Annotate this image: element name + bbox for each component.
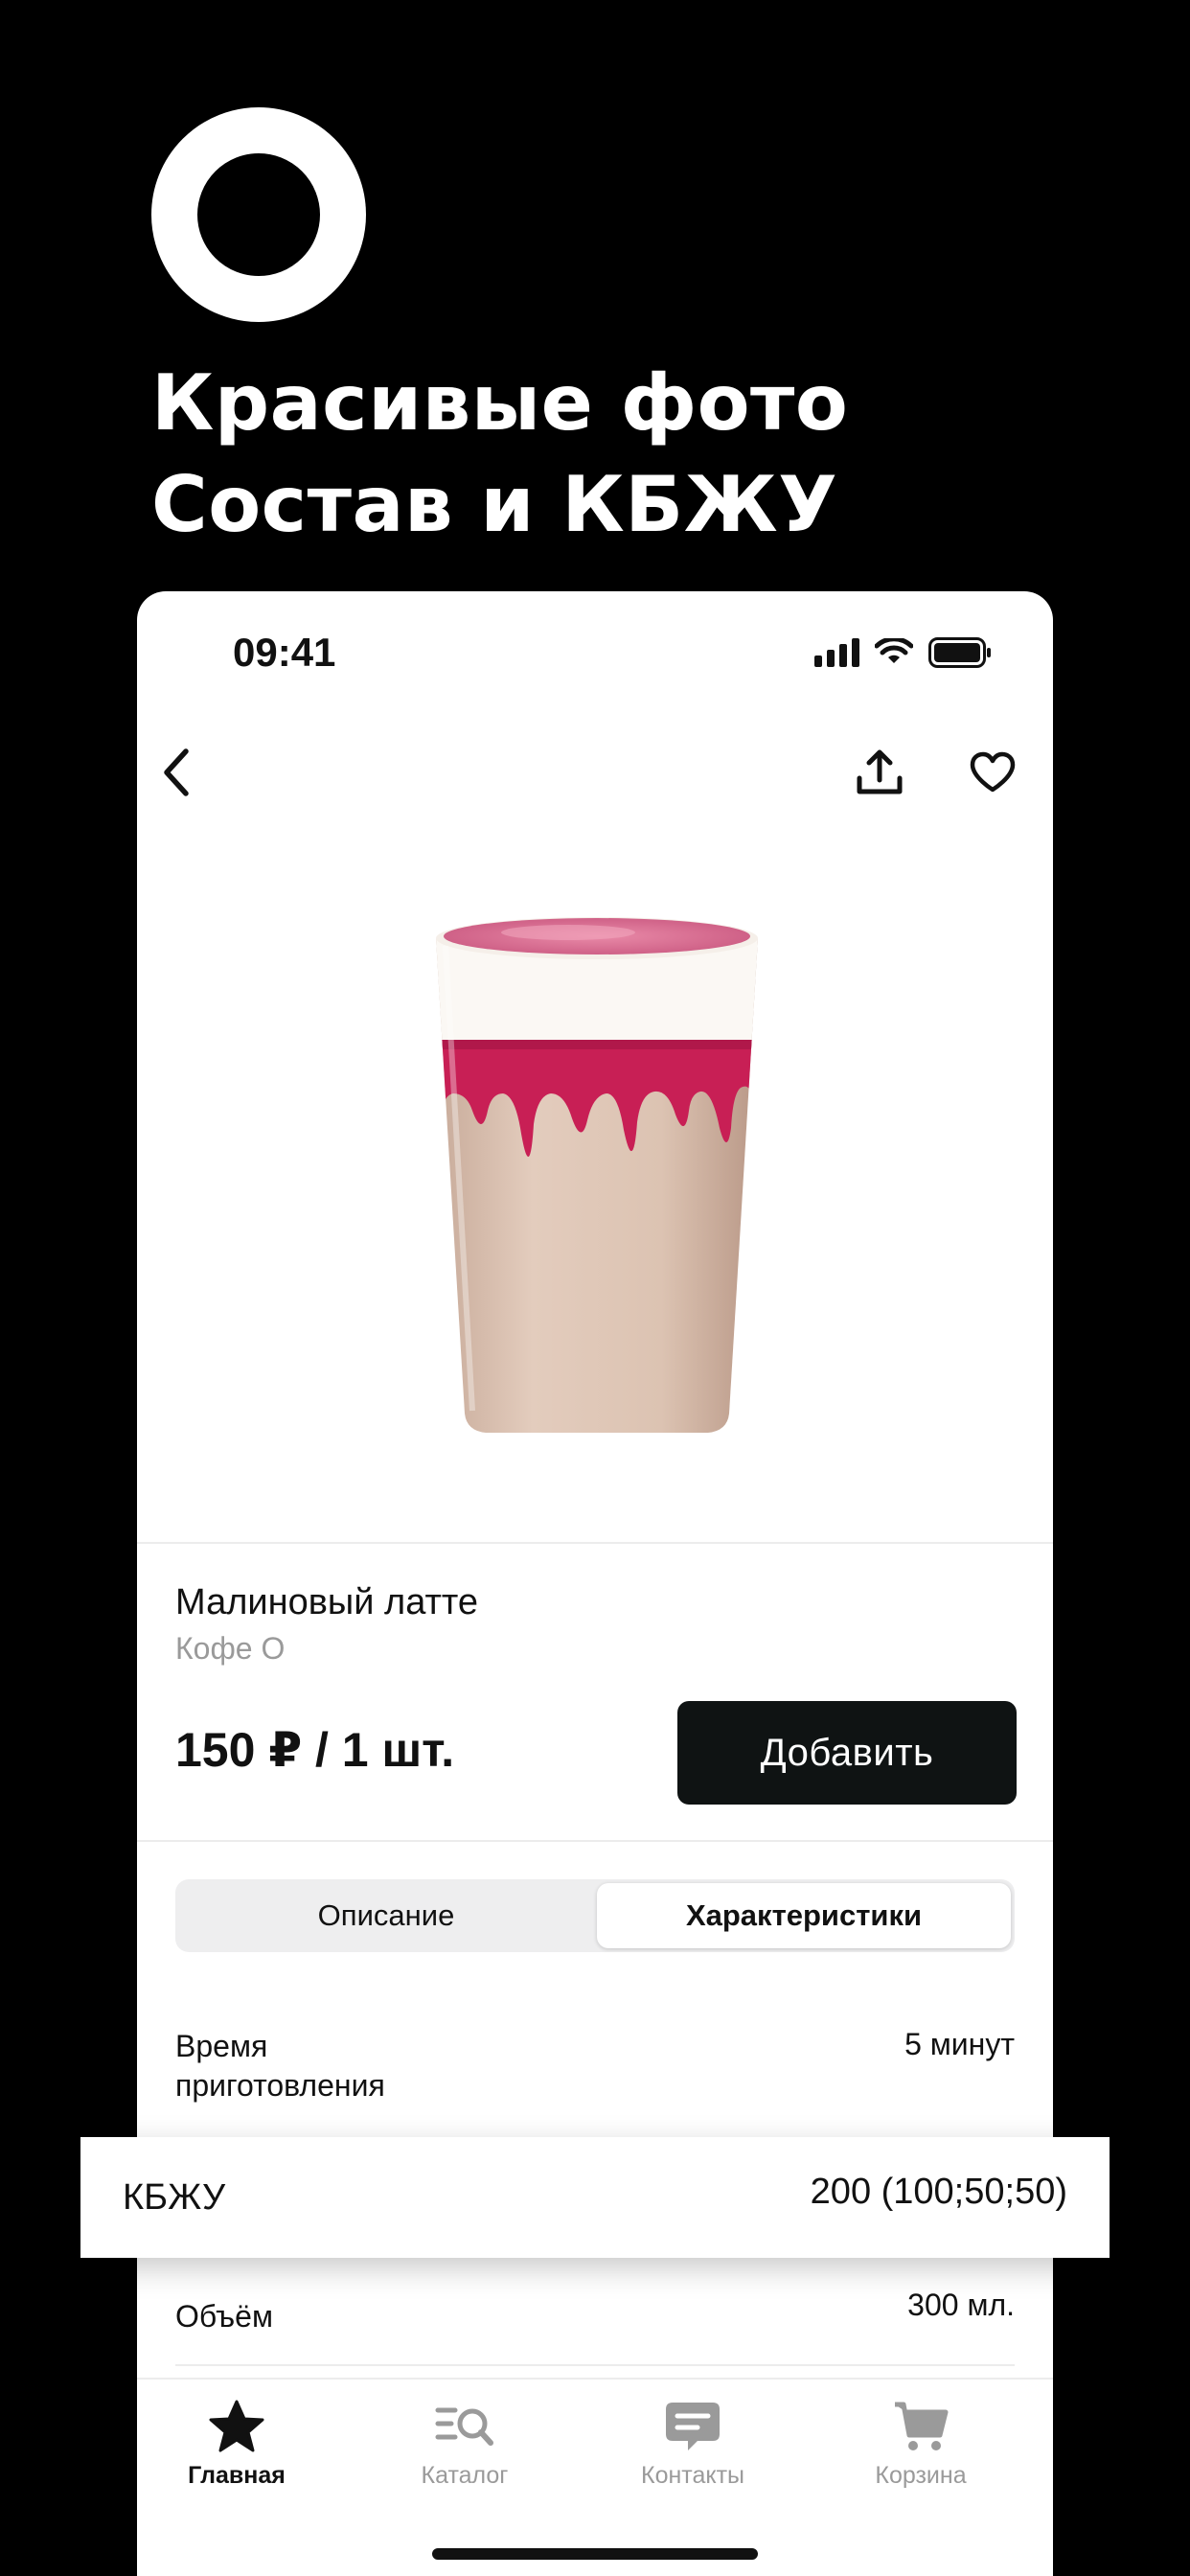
battery-icon (928, 637, 991, 668)
signal-icon (814, 638, 859, 667)
heart-icon (970, 751, 1016, 793)
tab-bar-item-home[interactable]: Главная (160, 2393, 313, 2490)
product-image (436, 917, 758, 1433)
cart-icon (895, 2402, 949, 2450)
chevron-left-icon (164, 748, 189, 796)
spec-row-volume: Объём 300 мл. (175, 2288, 1015, 2335)
kbju-value: 200 (100;50;50) (810, 2172, 1067, 2212)
divider (137, 1840, 1053, 1842)
spec-label: Объём (175, 2299, 273, 2334)
brand-logo (151, 107, 366, 322)
tab-bar-label: Главная (188, 2462, 286, 2489)
status-bar: 09:41 (137, 591, 1053, 716)
wifi-icon (875, 638, 913, 663)
headline-line-1: Красивые фото (151, 358, 849, 448)
product-brand: Кофе О (175, 1631, 286, 1666)
tab-bar-item-catalog[interactable]: Каталог (388, 2393, 541, 2490)
phone-screen: 09:41 Малиновый латте Кофе О 150 ₽ / 1 ш… (137, 591, 1053, 2576)
kbju-label: КБЖУ (123, 2177, 226, 2218)
tab-characteristics[interactable]: Характеристики (597, 1883, 1011, 1948)
spec-label: Время приготовления (175, 2027, 385, 2105)
spec-row-prep-time: Время приготовления 5 минут (175, 2027, 1015, 2113)
home-indicator (432, 2548, 758, 2560)
product-price: 150 ₽ / 1 шт. (175, 1723, 455, 1777)
add-to-cart-button[interactable]: Добавить (677, 1701, 1017, 1805)
promo-headline: Красивые фото Состав и КБЖУ (151, 353, 848, 556)
tab-bar-item-cart[interactable]: Корзина (844, 2393, 997, 2490)
tab-bar-label: Каталог (421, 2462, 509, 2489)
status-time: 09:41 (233, 630, 336, 675)
tab-description[interactable]: Описание (179, 1883, 593, 1948)
tab-bar-label: Контакты (641, 2462, 744, 2489)
chat-icon (666, 2403, 720, 2450)
favorite-button[interactable] (959, 739, 1026, 806)
spec-value: 5 минут (904, 2027, 1015, 2061)
spec-label-line: приготовления (175, 2068, 385, 2103)
spec-value: 300 мл. (907, 2288, 1015, 2322)
back-button[interactable] (143, 739, 210, 806)
spec-label-line: Время (175, 2029, 268, 2063)
segmented-control: Описание Характеристики (175, 1879, 1015, 1952)
divider (137, 1542, 1053, 1544)
tab-bar-label: Корзина (875, 2462, 967, 2489)
tab-bar: Главная Каталог Контакты Корзина (137, 2378, 1053, 2576)
share-icon (857, 749, 903, 794)
share-button[interactable] (846, 739, 913, 806)
catalog-search-icon (435, 2407, 493, 2446)
tab-bar-item-contacts[interactable]: Контакты (616, 2393, 769, 2490)
nav-row (137, 716, 1053, 831)
star-icon (209, 2400, 264, 2452)
product-name: Малиновый латте (175, 1582, 479, 1622)
status-icons (814, 637, 992, 668)
kbju-highlight-card: КБЖУ 200 (100;50;50) (80, 2137, 1110, 2258)
headline-line-2: Состав и КБЖУ (151, 460, 838, 549)
divider (175, 2364, 1015, 2366)
